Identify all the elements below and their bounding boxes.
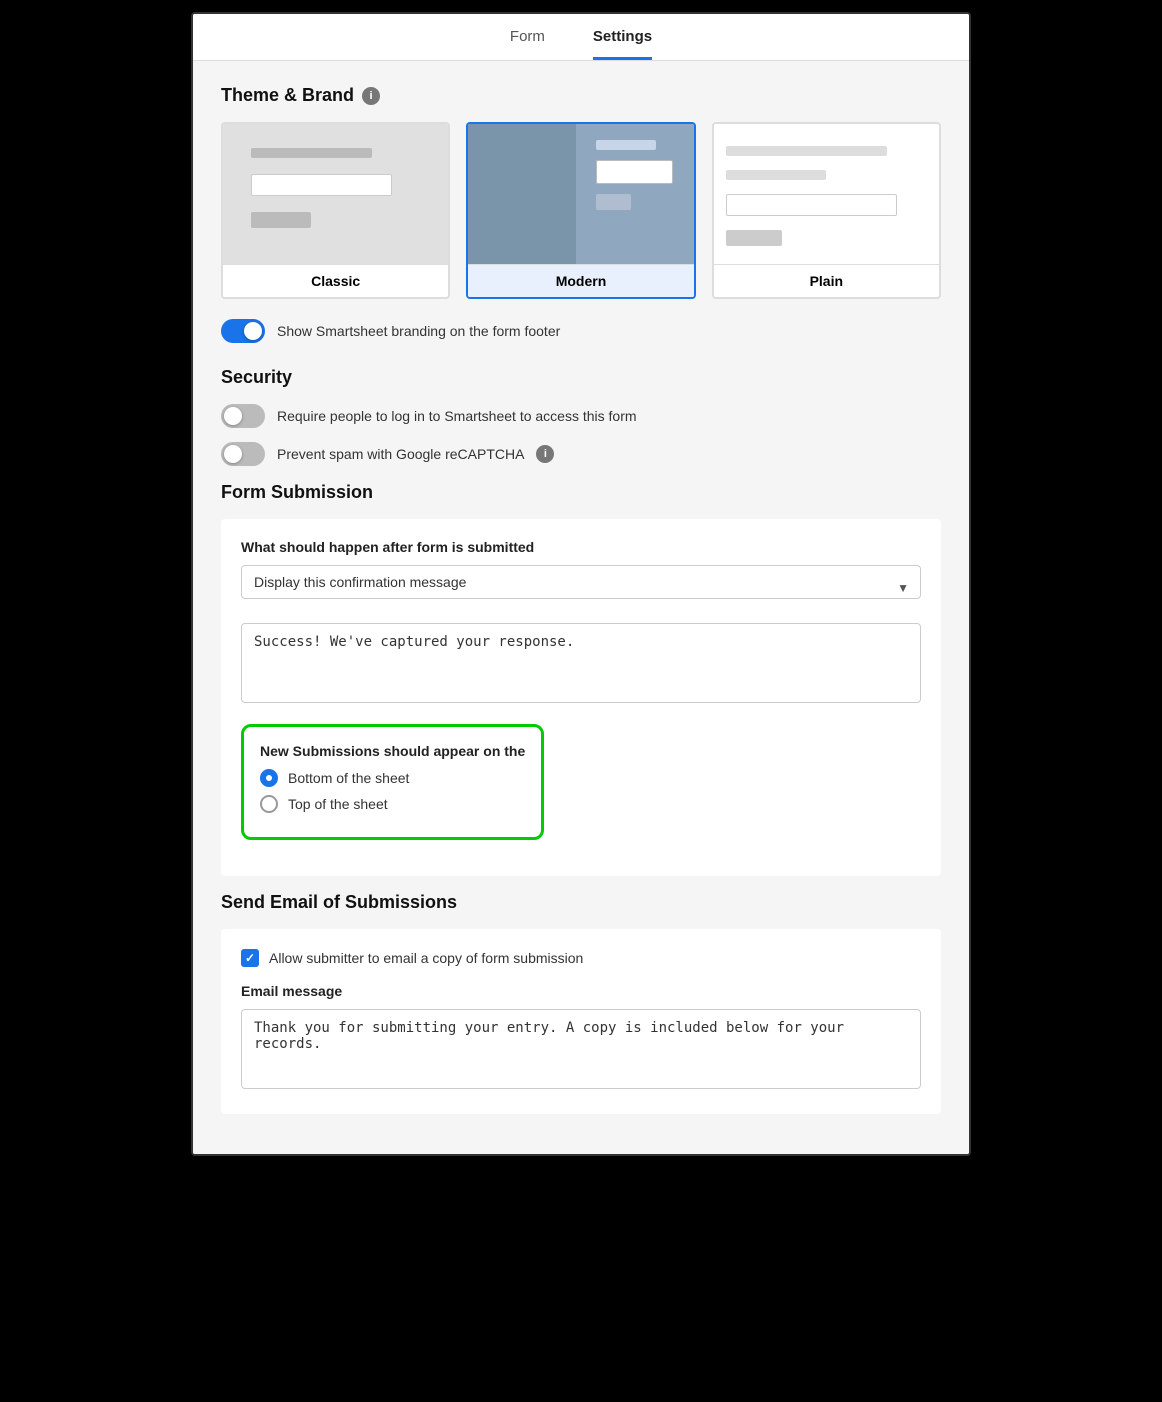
login-toggle[interactable] (221, 404, 265, 428)
radio-row-top: Top of the sheet (260, 795, 525, 813)
plain-label: Plain (714, 264, 939, 297)
captcha-toggle-slider[interactable] (221, 442, 265, 466)
security-title: Security (221, 367, 292, 388)
app-container: Form Settings Theme & Brand i (191, 12, 971, 1156)
send-email-heading: Send Email of Submissions (221, 892, 941, 913)
allow-email-checkbox[interactable]: ✓ (241, 949, 259, 967)
confirmation-message-textarea[interactable] (241, 623, 921, 703)
radio-top-label: Top of the sheet (288, 796, 388, 812)
modern-right-block (584, 124, 693, 264)
tab-settings-label: Settings (593, 28, 652, 45)
email-message-label: Email message (241, 983, 921, 999)
theme-brand-heading: Theme & Brand i (221, 85, 941, 106)
theme-cards: Classic Modern (221, 122, 941, 299)
theme-card-plain[interactable]: Plain (712, 122, 941, 299)
captcha-toggle-row: Prevent spam with Google reCAPTCHA i (221, 442, 941, 466)
security-heading: Security (221, 367, 941, 388)
branding-toggle[interactable] (221, 319, 265, 343)
modern-preview (468, 124, 693, 264)
email-message-textarea[interactable] (241, 1009, 921, 1089)
send-email-title: Send Email of Submissions (221, 892, 457, 913)
radio-row-bottom: Bottom of the sheet (260, 769, 525, 787)
new-submissions-title: New Submissions should appear on the (260, 743, 525, 759)
modern-left-block (468, 124, 576, 264)
new-submissions-box: New Submissions should appear on the Bot… (241, 724, 544, 840)
classic-bar (251, 148, 372, 158)
plain-preview (714, 124, 939, 264)
radio-bottom[interactable] (260, 769, 278, 787)
after-submit-dropdown[interactable]: Display this confirmation message (241, 565, 921, 599)
send-email-card: ✓ Allow submitter to email a copy of for… (221, 929, 941, 1114)
theme-brand-title: Theme & Brand (221, 85, 354, 106)
branding-toggle-label: Show Smartsheet branding on the form foo… (277, 323, 560, 339)
tab-settings[interactable]: Settings (593, 28, 652, 60)
after-submit-dropdown-wrapper: Display this confirmation message ▼ (241, 565, 921, 611)
allow-email-label: Allow submitter to email a copy of form … (269, 950, 583, 966)
plain-input-mock (726, 194, 897, 216)
security-section: Security Require people to log in to Sma… (221, 367, 941, 466)
after-submit-label: What should happen after form is submitt… (241, 539, 921, 555)
modern-btn-mock (596, 194, 630, 210)
theme-brand-info-icon[interactable]: i (362, 87, 380, 105)
radio-bottom-label: Bottom of the sheet (288, 770, 409, 786)
captcha-toggle[interactable] (221, 442, 265, 466)
branding-toggle-row: Show Smartsheet branding on the form foo… (221, 319, 941, 343)
plain-bar1 (726, 146, 887, 156)
plain-bar2 (726, 170, 827, 180)
checkmark-icon: ✓ (245, 951, 255, 965)
form-submission-section: Form Submission What should happen after… (221, 482, 941, 876)
login-toggle-slider[interactable] (221, 404, 265, 428)
theme-brand-section: Theme & Brand i Classic (221, 85, 941, 343)
form-submission-heading: Form Submission (221, 482, 941, 503)
captcha-toggle-label: Prevent spam with Google reCAPTCHA (277, 446, 524, 462)
radio-top[interactable] (260, 795, 278, 813)
tab-form-label: Form (510, 28, 545, 45)
allow-email-row: ✓ Allow submitter to email a copy of for… (241, 949, 921, 967)
main-content: Theme & Brand i Classic (193, 61, 969, 1154)
theme-card-classic[interactable]: Classic (221, 122, 450, 299)
modern-input-mock (596, 160, 673, 184)
classic-label: Classic (223, 264, 448, 297)
tab-bar: Form Settings (193, 14, 969, 61)
plain-btn-mock (726, 230, 782, 246)
classic-preview (223, 124, 448, 264)
classic-btn-mock (251, 212, 311, 228)
captcha-info-icon[interactable]: i (536, 445, 554, 463)
modern-label: Modern (468, 264, 693, 297)
login-toggle-label: Require people to log in to Smartsheet t… (277, 408, 637, 424)
tab-form[interactable]: Form (510, 28, 545, 60)
theme-card-modern[interactable]: Modern (466, 122, 695, 299)
branding-toggle-slider[interactable] (221, 319, 265, 343)
form-submission-title: Form Submission (221, 482, 373, 503)
send-email-section: Send Email of Submissions ✓ Allow submit… (221, 892, 941, 1114)
classic-input-mock (251, 174, 392, 196)
form-submission-card: What should happen after form is submitt… (221, 519, 941, 876)
modern-bar (596, 140, 656, 150)
login-toggle-row: Require people to log in to Smartsheet t… (221, 404, 941, 428)
